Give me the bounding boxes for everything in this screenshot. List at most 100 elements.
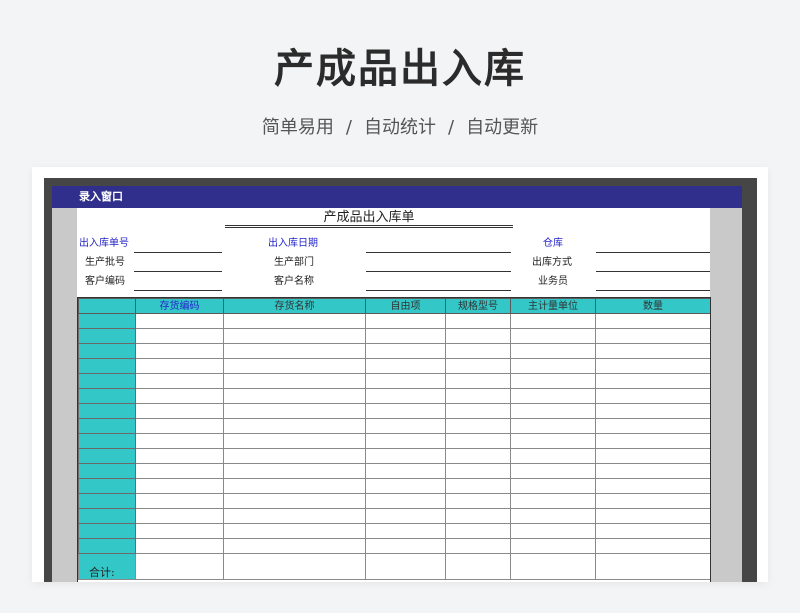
field-department[interactable] xyxy=(366,271,511,272)
grid-cell[interactable] xyxy=(365,403,446,419)
grid-cell[interactable] xyxy=(365,523,446,539)
grid-cell[interactable] xyxy=(135,373,224,389)
grid-cell[interactable] xyxy=(223,508,366,524)
field-batch-no[interactable] xyxy=(134,271,222,272)
grid-cell[interactable] xyxy=(365,433,446,449)
column-header-item-name[interactable]: 存货名称 xyxy=(223,298,366,314)
grid-cell[interactable] xyxy=(595,388,710,404)
grid-cell[interactable] xyxy=(445,508,511,524)
grid-cell[interactable] xyxy=(223,433,366,449)
grid-cell[interactable] xyxy=(223,493,366,509)
field-customer-name[interactable] xyxy=(366,290,511,291)
grid-cell[interactable] xyxy=(510,418,596,434)
grid-cell[interactable] xyxy=(135,343,224,359)
grid-cell[interactable] xyxy=(365,418,446,434)
grid-cell[interactable] xyxy=(223,388,366,404)
grid-cell[interactable] xyxy=(223,418,366,434)
grid-cell[interactable] xyxy=(445,313,511,329)
grid-cell[interactable] xyxy=(365,448,446,464)
grid-cell[interactable] xyxy=(135,433,224,449)
grid-cell[interactable] xyxy=(445,433,511,449)
grid-cell[interactable] xyxy=(223,358,366,374)
grid-cell[interactable] xyxy=(510,493,596,509)
grid-cell[interactable] xyxy=(510,463,596,479)
grid-cell[interactable] xyxy=(595,508,710,524)
grid-cell[interactable] xyxy=(595,463,710,479)
grid-cell[interactable] xyxy=(135,328,224,344)
grid-cell[interactable] xyxy=(510,358,596,374)
grid-cell[interactable] xyxy=(445,403,511,419)
grid-cell[interactable] xyxy=(445,478,511,494)
grid-cell[interactable] xyxy=(223,403,366,419)
grid-cell[interactable] xyxy=(135,478,224,494)
total-cell[interactable] xyxy=(445,553,511,580)
grid-cell[interactable] xyxy=(510,403,596,419)
grid-cell[interactable] xyxy=(445,343,511,359)
total-cell[interactable] xyxy=(510,553,596,580)
grid-cell[interactable] xyxy=(510,448,596,464)
grid-cell[interactable] xyxy=(135,538,224,554)
grid-cell[interactable] xyxy=(595,478,710,494)
grid-cell[interactable] xyxy=(595,328,710,344)
grid-cell[interactable] xyxy=(135,358,224,374)
column-header-spec[interactable]: 规格型号 xyxy=(445,298,511,314)
grid-cell[interactable] xyxy=(510,373,596,389)
total-cell[interactable] xyxy=(135,553,224,580)
grid-cell[interactable] xyxy=(595,313,710,329)
grid-cell[interactable] xyxy=(595,538,710,554)
grid-cell[interactable] xyxy=(510,313,596,329)
grid-cell[interactable] xyxy=(595,493,710,509)
field-salesperson[interactable] xyxy=(596,290,710,291)
grid-cell[interactable] xyxy=(445,538,511,554)
grid-cell[interactable] xyxy=(365,343,446,359)
grid-cell[interactable] xyxy=(510,433,596,449)
total-cell[interactable] xyxy=(365,553,446,580)
grid-cell[interactable] xyxy=(445,328,511,344)
grid-cell[interactable] xyxy=(365,538,446,554)
grid-cell[interactable] xyxy=(365,328,446,344)
grid-cell[interactable] xyxy=(135,493,224,509)
total-cell[interactable] xyxy=(223,553,366,580)
grid-cell[interactable] xyxy=(445,373,511,389)
grid-cell[interactable] xyxy=(223,328,366,344)
grid-cell[interactable] xyxy=(365,478,446,494)
grid-cell[interactable] xyxy=(595,403,710,419)
column-header-unit[interactable]: 主计量单位 xyxy=(510,298,596,314)
grid-cell[interactable] xyxy=(365,463,446,479)
grid-cell[interactable] xyxy=(595,448,710,464)
grid-cell[interactable] xyxy=(135,403,224,419)
column-header-quantity[interactable]: 数量 xyxy=(595,298,710,314)
field-customer-code[interactable] xyxy=(134,290,222,291)
field-io-method[interactable] xyxy=(596,271,710,272)
grid-cell[interactable] xyxy=(510,523,596,539)
grid-cell[interactable] xyxy=(365,493,446,509)
grid-cell[interactable] xyxy=(445,493,511,509)
grid-cell[interactable] xyxy=(223,463,366,479)
grid-cell[interactable] xyxy=(365,508,446,524)
grid-cell[interactable] xyxy=(135,313,224,329)
grid-cell[interactable] xyxy=(445,358,511,374)
grid-cell[interactable] xyxy=(223,478,366,494)
grid-cell[interactable] xyxy=(510,388,596,404)
grid-cell[interactable] xyxy=(135,508,224,524)
column-header-item-code[interactable]: 存货编码 xyxy=(135,298,224,314)
grid-cell[interactable] xyxy=(365,373,446,389)
grid-cell[interactable] xyxy=(223,538,366,554)
field-doc-date[interactable] xyxy=(366,252,511,253)
grid-cell[interactable] xyxy=(595,343,710,359)
grid-cell[interactable] xyxy=(135,523,224,539)
grid-cell[interactable] xyxy=(223,343,366,359)
grid-cell[interactable] xyxy=(135,448,224,464)
total-cell[interactable] xyxy=(595,553,710,580)
grid-cell[interactable] xyxy=(365,358,446,374)
grid-cell[interactable] xyxy=(445,463,511,479)
grid-cell[interactable] xyxy=(223,523,366,539)
grid-cell[interactable] xyxy=(510,508,596,524)
column-header-free-item[interactable]: 自由项 xyxy=(365,298,446,314)
grid-cell[interactable] xyxy=(223,373,366,389)
grid-cell[interactable] xyxy=(445,388,511,404)
grid-cell[interactable] xyxy=(595,433,710,449)
grid-cell[interactable] xyxy=(595,373,710,389)
grid-cell[interactable] xyxy=(135,418,224,434)
grid-cell[interactable] xyxy=(445,448,511,464)
